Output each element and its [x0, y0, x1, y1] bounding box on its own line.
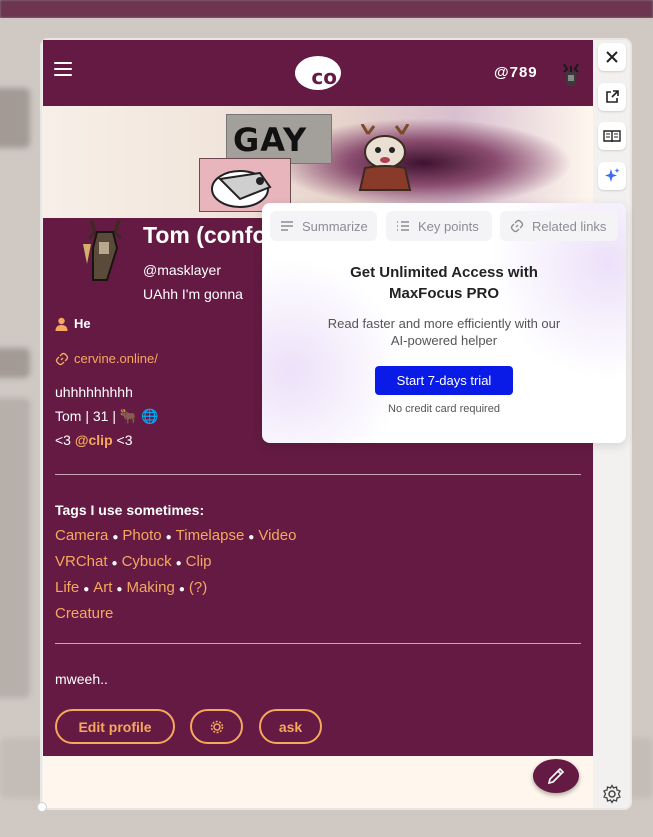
start-trial-button[interactable]: Start 7-days trial	[375, 366, 513, 395]
tag-link[interactable]: Timelapse	[176, 527, 245, 544]
tag-link[interactable]: Creature	[55, 605, 113, 622]
close-icon	[606, 51, 618, 63]
open-external-button[interactable]	[598, 83, 626, 111]
header-avatar[interactable]	[558, 60, 584, 88]
banner-sticker: GAY	[226, 114, 332, 164]
tag-link[interactable]: Cybuck	[122, 553, 172, 570]
ask-button[interactable]: ask	[259, 709, 322, 744]
settings-icon	[603, 784, 621, 804]
tag-link[interactable]: Making	[126, 579, 174, 596]
tab-related-links[interactable]: Related links	[500, 211, 618, 241]
external-link-icon	[606, 90, 619, 103]
profile-avatar[interactable]	[77, 214, 133, 284]
ai-assist-button[interactable]	[598, 162, 626, 190]
popup-note: No credit card required	[388, 403, 500, 415]
reader-icon	[603, 130, 621, 143]
pencil-icon	[547, 767, 565, 785]
tag-link[interactable]: Photo	[122, 527, 161, 544]
tag-separator: ●	[248, 532, 255, 543]
person-icon	[55, 317, 68, 331]
tags-row: VRChat ● Cybuck ● Clip	[55, 550, 296, 576]
reader-button[interactable]	[598, 122, 626, 150]
tag-separator: ●	[175, 558, 182, 569]
website-label[interactable]: cervine.online/	[74, 351, 158, 366]
banner-deer	[358, 124, 412, 191]
pronoun-label: He	[74, 316, 91, 331]
link-icon	[510, 219, 524, 233]
profile-banner: GAY	[43, 106, 593, 218]
profile-description: uhhhhhhhhh Tom | 31 | 🐂 🌐 <3 @clip <3	[55, 380, 159, 452]
tag-separator: ●	[165, 532, 172, 543]
profile-footer-text: mweeh..	[55, 671, 108, 687]
tag-link[interactable]: Art	[93, 579, 112, 596]
tags-row: Camera ● Photo ● Timelapse ● Video	[55, 524, 296, 550]
website-link[interactable]: cervine.online/	[55, 351, 158, 366]
divider	[55, 474, 581, 475]
pronoun-badge: He	[55, 316, 91, 331]
site-logo[interactable]: co	[295, 56, 341, 90]
tag-separator: ●	[83, 584, 90, 595]
settings-button[interactable]	[190, 709, 243, 744]
desc-line: <3 @clip <3	[55, 432, 133, 448]
sparkle-icon	[605, 168, 620, 182]
compose-button[interactable]	[533, 759, 579, 793]
tag-link[interactable]: Camera	[55, 527, 108, 544]
settings-tool-button[interactable]	[598, 780, 626, 808]
popup-title: Get Unlimited Access with MaxFocus PRO	[350, 264, 538, 302]
profile-handle: @masklayer	[143, 262, 222, 278]
popup-subtitle: Read faster and more efficiently with ou…	[327, 316, 561, 348]
summarize-icon	[281, 221, 293, 231]
tag-link[interactable]: Clip	[186, 553, 212, 570]
profile-header: co @789	[43, 40, 593, 106]
tag-separator: ●	[111, 558, 118, 569]
tags-heading: Tags I use sometimes:	[55, 502, 205, 518]
tag-link[interactable]: VRChat	[55, 553, 108, 570]
menu-icon[interactable]	[54, 62, 72, 76]
maxfocus-popup: Summarize Key points Related links Get U…	[262, 203, 626, 443]
profile-name: Tom (confo	[143, 222, 267, 248]
resize-handle[interactable]	[37, 802, 47, 812]
divider	[55, 643, 581, 644]
tags-row: Creature	[55, 602, 296, 626]
tags-row: Life ● Art ● Making ● (?)	[55, 576, 296, 602]
close-button[interactable]	[598, 43, 626, 71]
tag-separator: ●	[178, 584, 185, 595]
profile-bio-preview: UAhh I'm gonna	[143, 286, 243, 302]
desc-line: Tom | 31 | 🐂 🌐	[55, 408, 159, 424]
link-icon	[55, 352, 69, 365]
background-header	[0, 0, 653, 18]
gear-icon	[210, 720, 223, 733]
tab-key-points[interactable]: Key points	[386, 211, 492, 241]
tags-list: Camera ● Photo ● Timelapse ● Video VRChat ● Cybuc…	[55, 524, 296, 626]
mention-link[interactable]: @clip	[75, 432, 113, 448]
desc-line: uhhhhhhhhh	[55, 384, 133, 400]
user-handle[interactable]: @789	[494, 64, 538, 81]
tag-link[interactable]: (?)	[189, 579, 207, 596]
tag-separator: ●	[112, 532, 119, 543]
tab-summarize[interactable]: Summarize	[270, 211, 377, 241]
emoji-icons: 🐂 🌐	[119, 408, 159, 424]
edit-profile-button[interactable]: Edit profile	[55, 709, 175, 744]
tag-link[interactable]: Video	[258, 527, 296, 544]
list-icon	[397, 221, 409, 231]
tag-link[interactable]: Life	[55, 579, 79, 596]
tag-separator: ●	[116, 584, 123, 595]
